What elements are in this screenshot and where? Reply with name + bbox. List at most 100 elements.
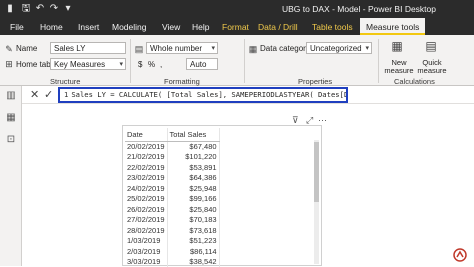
ribbon-tabs: File Home Insert Modeling View Help Form… [0, 18, 474, 35]
column-header-date[interactable]: Date [125, 128, 167, 141]
tab-data-drill[interactable]: Data / Drill [258, 22, 298, 32]
table-scrollbar[interactable] [314, 140, 319, 264]
formula-bar: ✕ ✓ 1Sales LY = CALCULATE( [Total Sales]… [22, 86, 474, 104]
save-icon[interactable]: 🖫 [20, 3, 32, 15]
total-sales-cell: $99,166 [167, 194, 219, 205]
table-visual[interactable]: Date Total Sales 20/02/2019$67,48021/02/… [122, 125, 322, 266]
scrollbar-thumb[interactable] [314, 142, 319, 202]
date-cell: 24/02/2019 [125, 183, 167, 194]
total-sales-cell: $86,114 [167, 246, 219, 257]
new-measure-button[interactable]: New measure [384, 59, 414, 75]
ribbon: ✎ Name Sales LY ⊞ Home table Key Measure… [0, 35, 474, 86]
chevron-down-icon: ▾ [119, 60, 123, 68]
structure-group-label: Structure [50, 77, 80, 86]
column-header-total-sales[interactable]: Total Sales [167, 128, 219, 141]
table-row: 23/02/2019$64,386 [125, 173, 219, 184]
tab-file[interactable]: File [10, 22, 24, 32]
date-cell: 21/02/2019 [125, 152, 167, 163]
tab-modeling[interactable]: Modeling [112, 22, 147, 32]
report-view-icon[interactable]: ▥ [5, 90, 17, 102]
format-icon: ▤ [134, 44, 144, 54]
sales-table: Date Total Sales 20/02/2019$67,48021/02/… [125, 128, 220, 267]
chevron-down-icon: ▾ [365, 44, 369, 52]
table-row: 27/02/2019$70,183 [125, 215, 219, 226]
formula-text: Sales LY = CALCULATE( [Total Sales], SAM… [71, 90, 348, 99]
total-sales-cell: $64,386 [167, 173, 219, 184]
table-row: 1/03/2019$51,223 [125, 236, 219, 247]
table-row: 3/03/2019$38,542 [125, 257, 219, 267]
total-sales-cell: $38,542 [167, 257, 219, 267]
window-title: UBG to DAX - Model - Power BI Desktop [282, 4, 436, 14]
view-switcher: ▥ ▦ ⊡ [0, 86, 22, 266]
total-sales-cell: $67,480 [167, 141, 219, 152]
total-sales-cell: $70,183 [167, 215, 219, 226]
name-icon: ✎ [4, 44, 14, 54]
table-row: 20/02/2019$67,480 [125, 141, 219, 152]
date-cell: 2/03/2019 [125, 246, 167, 257]
customize-icon[interactable]: ▾ [62, 3, 74, 15]
total-sales-cell: $53,891 [167, 162, 219, 173]
quick-measure-button[interactable]: Quick measure [416, 59, 448, 75]
table-row: 25/02/2019$99,166 [125, 194, 219, 205]
name-label: Name [16, 44, 37, 53]
cancel-icon[interactable]: ✕ [30, 88, 39, 101]
tab-format[interactable]: Format [222, 22, 249, 32]
date-cell: 27/02/2019 [125, 215, 167, 226]
model-view-icon[interactable]: ⊡ [5, 134, 17, 146]
properties-group-label: Properties [298, 77, 332, 86]
total-sales-cell: $25,840 [167, 204, 219, 215]
table-row: 26/02/2019$25,840 [125, 204, 219, 215]
date-cell: 1/03/2019 [125, 236, 167, 247]
formatting-group-label: Formatting [164, 77, 200, 86]
table-row: 2/03/2019$86,114 [125, 246, 219, 257]
date-cell: 20/02/2019 [125, 141, 167, 152]
title-bar: ▮ 🖫 ↶ ↷ ▾ UBG to DAX - Model - Power BI … [0, 0, 474, 18]
data-category-label: Data category [260, 44, 310, 53]
group-divider [244, 39, 245, 83]
undo-icon[interactable]: ↶ [34, 3, 46, 15]
brand-logo-icon [452, 248, 468, 262]
currency-button[interactable]: $ [138, 60, 142, 69]
date-cell: 22/02/2019 [125, 162, 167, 173]
tab-home[interactable]: Home [40, 22, 63, 32]
total-sales-cell: $73,618 [167, 225, 219, 236]
date-cell: 3/03/2019 [125, 257, 167, 267]
home-table-select[interactable]: Key Measures▾ [50, 58, 126, 70]
total-sales-cell: $51,223 [167, 236, 219, 247]
tab-measure-tools[interactable]: Measure tools [360, 18, 425, 35]
table-row: 28/02/2019$73,618 [125, 225, 219, 236]
tab-help[interactable]: Help [192, 22, 209, 32]
tab-insert[interactable]: Insert [78, 22, 99, 32]
comma-button[interactable]: , [160, 60, 162, 69]
formula-input[interactable]: 1Sales LY = CALCULATE( [Total Sales], SA… [58, 87, 348, 103]
quick-measure-icon[interactable]: ▤ [424, 41, 438, 55]
group-divider [130, 39, 131, 83]
measure-name-input[interactable]: Sales LY [50, 42, 126, 54]
data-view-icon[interactable]: ▦ [5, 112, 17, 124]
data-category-select[interactable]: Uncategorized▾ [306, 42, 372, 54]
tab-view[interactable]: View [162, 22, 180, 32]
line-number: 1 [64, 90, 68, 99]
group-divider [378, 39, 379, 83]
report-canvas: ⊽ ⤢ ⋯ Date Total Sales 20/02/2019$67,480… [22, 105, 474, 266]
percent-button[interactable]: % [148, 60, 155, 69]
date-cell: 26/02/2019 [125, 204, 167, 215]
format-select[interactable]: Whole number▾ [146, 42, 218, 54]
commit-icon[interactable]: ✓ [44, 88, 53, 101]
data-category-icon: ▦ [248, 44, 258, 54]
new-measure-icon[interactable]: ▦ [390, 41, 404, 55]
decimal-places-input[interactable]: Auto [186, 58, 218, 70]
date-cell: 25/02/2019 [125, 194, 167, 205]
total-sales-cell: $101,220 [167, 152, 219, 163]
date-cell: 28/02/2019 [125, 225, 167, 236]
tab-table-tools[interactable]: Table tools [312, 22, 353, 32]
table-row: 24/02/2019$25,948 [125, 183, 219, 194]
home-table-icon: ⊞ [4, 59, 14, 69]
redo-icon[interactable]: ↷ [48, 3, 60, 15]
total-sales-cell: $25,948 [167, 183, 219, 194]
table-row: 21/02/2019$101,220 [125, 152, 219, 163]
chevron-down-icon: ▾ [211, 44, 215, 52]
calculations-group-label: Calculations [394, 77, 435, 86]
table-row: 22/02/2019$53,891 [125, 162, 219, 173]
app-logo-icon: ▮ [4, 3, 16, 15]
